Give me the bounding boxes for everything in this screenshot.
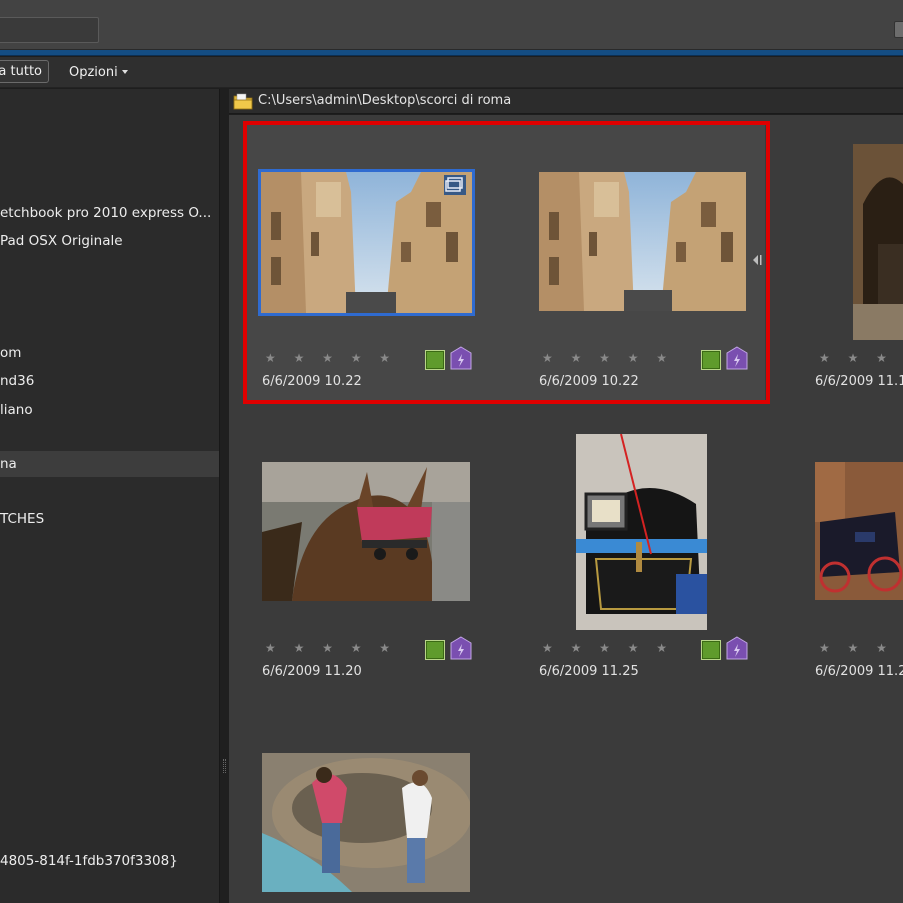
keyword-tag-icon[interactable]: [726, 636, 748, 660]
options-menu-button[interactable]: Opzioni: [62, 61, 135, 84]
options-label: Opzioni: [69, 65, 118, 80]
stack-collapse-icon[interactable]: [751, 253, 763, 267]
window-control-button[interactable]: [894, 21, 903, 38]
rating-stars[interactable]: ★ ★ ★ ★ ★: [542, 351, 674, 365]
accent-strip: [0, 50, 903, 56]
sidebar-item[interactable]: etchbook pro 2010 express O...: [0, 200, 219, 226]
sidebar-item[interactable]: Pad OSX Originale: [0, 228, 219, 254]
rating-stars[interactable]: ★ ★ ★ ★ ★: [265, 351, 397, 365]
thumbnail-image[interactable]: [815, 462, 903, 600]
keyword-tag-icon[interactable]: [450, 346, 472, 370]
folder-sidebar: etchbook pro 2010 express O... Pad OSX O…: [0, 89, 219, 903]
folder-path: C:\Users\admin\Desktop\scorci di roma: [258, 93, 512, 108]
thumbnail-image[interactable]: [576, 434, 707, 630]
select-all-button[interactable]: a tutto: [0, 60, 49, 83]
rating-stars[interactable]: ★ ★ ★ ★ ★: [819, 641, 903, 655]
panel-splitter[interactable]: [219, 89, 229, 903]
caret-down-icon: [121, 69, 128, 74]
thumbnail-image[interactable]: [853, 144, 903, 340]
search-input[interactable]: [0, 17, 99, 43]
thumbnail-image[interactable]: [262, 753, 470, 892]
color-label-icon[interactable]: [425, 350, 445, 370]
thumbnail-date: 6/6/2009 10.22: [262, 374, 362, 389]
rating-stars[interactable]: ★ ★ ★ ★ ★: [819, 351, 903, 365]
sidebar-item-selected[interactable]: na: [0, 451, 219, 477]
keyword-tag-icon[interactable]: [726, 346, 748, 370]
thumbnail-date: 6/6/2009 11.1: [815, 374, 903, 389]
thumbnail-date: 6/6/2009 10.22: [539, 374, 639, 389]
select-all-label: a tutto: [0, 64, 42, 79]
thumbnail-grid: ★ ★ ★ ★ ★ 6/6/2009 10.22 ★ ★ ★ ★ ★ 6/6/2…: [229, 115, 903, 903]
thumbnail-image[interactable]: [258, 169, 475, 316]
thumbnail-date: 6/6/2009 11.2: [815, 664, 903, 679]
color-label-icon[interactable]: [425, 640, 445, 660]
folder-icon: [233, 93, 253, 110]
thumbnail-date: 6/6/2009 11.20: [262, 664, 362, 679]
splitter-grip-icon: [223, 759, 226, 773]
thumbnail-date: 6/6/2009 11.25: [539, 664, 639, 679]
thumbnail-image[interactable]: [539, 172, 746, 311]
sidebar-item[interactable]: 4805-814f-1fdb370f3308}: [0, 848, 219, 874]
sidebar-item[interactable]: nd36: [0, 368, 219, 394]
sidebar-item[interactable]: om: [0, 340, 219, 366]
stack-icon[interactable]: [443, 174, 467, 196]
path-bar: C:\Users\admin\Desktop\scorci di roma: [229, 89, 903, 114]
top-bar: [0, 0, 903, 50]
toolbar: a tutto Opzioni: [0, 57, 903, 88]
color-label-icon[interactable]: [701, 640, 721, 660]
thumbnail-image[interactable]: [262, 462, 470, 601]
keyword-tag-icon[interactable]: [450, 636, 472, 660]
sidebar-item[interactable]: liano: [0, 397, 219, 423]
sidebar-item[interactable]: TCHES: [0, 506, 219, 532]
rating-stars[interactable]: ★ ★ ★ ★ ★: [542, 641, 674, 655]
color-label-icon[interactable]: [701, 350, 721, 370]
rating-stars[interactable]: ★ ★ ★ ★ ★: [265, 641, 397, 655]
